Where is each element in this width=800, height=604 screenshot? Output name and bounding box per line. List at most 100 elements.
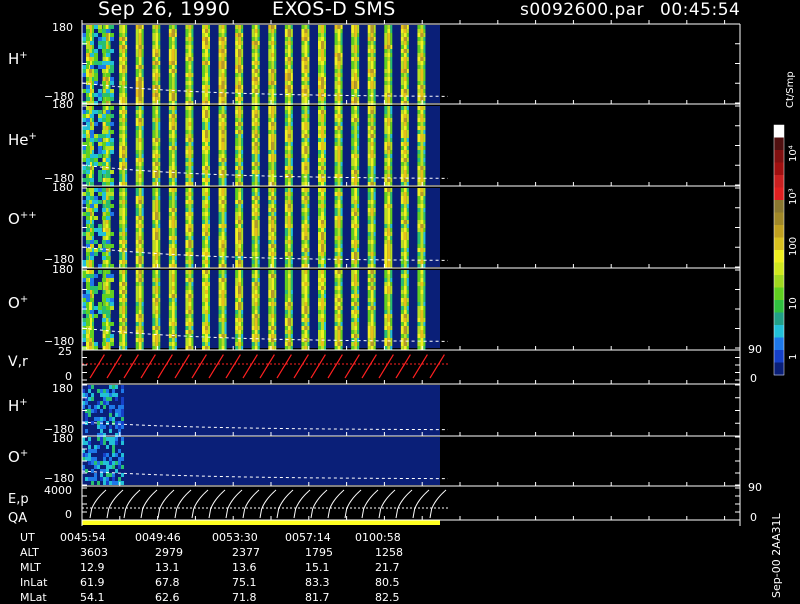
heat-cell: [268, 236, 272, 240]
heat-cell: [340, 188, 343, 192]
heat-cell: [86, 138, 90, 142]
heat-cell: [271, 270, 275, 274]
heat-cell: [268, 342, 272, 346]
heat-cell: [290, 73, 293, 77]
heat-cell: [268, 334, 272, 338]
heat-cell: [251, 196, 255, 200]
heat-cell: [158, 150, 161, 154]
heat-cell: [324, 248, 326, 252]
heat-cell: [86, 37, 90, 41]
heat-cell: [158, 274, 161, 278]
heat-cell: [251, 33, 255, 37]
heat-cell: [122, 33, 126, 37]
heat-cell: [373, 162, 376, 166]
heat-cell: [254, 33, 258, 37]
heat-cell: [417, 170, 421, 174]
heat-cell: [423, 134, 426, 138]
heat-cell: [191, 130, 194, 134]
heat-cell: [321, 342, 324, 346]
heat-cell: [423, 118, 426, 122]
heat-cell: [351, 278, 355, 282]
heat-cell: [208, 298, 210, 302]
heat-cell: [235, 89, 239, 93]
heat-cell: [318, 77, 321, 81]
heat-cell: [138, 49, 142, 53]
heat-cell: [340, 73, 343, 77]
heat-cell: [138, 146, 142, 150]
heat-cell: [318, 53, 321, 57]
heat-cell: [301, 314, 305, 318]
heat-cell: [106, 73, 110, 77]
heat-cell: [290, 270, 293, 274]
heat-cell: [235, 322, 239, 326]
heat-cell: [357, 154, 360, 158]
heat-cell: [224, 134, 227, 138]
heat-cell: [158, 310, 161, 314]
heat-cell: [274, 33, 277, 37]
heat-cell: [334, 212, 338, 216]
heat-cell: [119, 65, 123, 69]
heat-cell: [188, 248, 192, 252]
heat-cell: [171, 260, 175, 264]
heat-cell: [155, 146, 159, 150]
heat-cell: [370, 57, 374, 61]
heat-cell: [354, 252, 358, 256]
heat-cell: [110, 196, 114, 200]
heat-cell: [191, 166, 194, 170]
heat-cell: [205, 37, 208, 41]
heat-cell: [420, 244, 424, 248]
heat-cell: [373, 73, 376, 77]
heat-cell: [324, 236, 326, 240]
heat-cell: [387, 236, 391, 240]
heat-cell: [287, 154, 291, 158]
heat-cell: [301, 228, 305, 232]
heat-cell: [221, 274, 225, 278]
heat-cell: [141, 57, 144, 61]
heat-cell: [105, 150, 109, 154]
heat-cell: [202, 188, 205, 192]
heat-cell: [224, 240, 227, 244]
heat-cell: [284, 220, 288, 224]
heat-cell: [152, 256, 156, 260]
heat-cell: [351, 77, 355, 81]
heat-cell: [340, 122, 343, 126]
heat-cell: [86, 97, 90, 101]
heat-cell: [188, 77, 192, 81]
heat-cell: [94, 134, 98, 138]
heat-cell: [324, 294, 326, 298]
heat-cell: [284, 286, 288, 290]
heat-cell: [367, 126, 371, 130]
heat-cell: [384, 65, 388, 69]
heat-cell: [257, 196, 260, 200]
heat-cell: [102, 69, 106, 73]
heat-cell: [318, 69, 321, 73]
heat-cell: [90, 232, 94, 236]
heat-cell: [324, 29, 326, 33]
heat-cell: [337, 158, 341, 162]
heat-cell: [105, 130, 109, 134]
heat-cell: [257, 306, 260, 310]
heat-cell: [287, 298, 291, 302]
heat-cell: [89, 264, 92, 268]
heat-cell: [92, 244, 94, 248]
heat-cell: [221, 41, 225, 45]
heat-cell: [384, 122, 388, 126]
heat-cell: [390, 106, 393, 110]
heat-cell: [307, 118, 310, 122]
heat-cell: [406, 49, 409, 53]
heat-cell: [208, 326, 210, 330]
heat-cell: [274, 240, 277, 244]
heat-cell: [235, 274, 239, 278]
heat-cell: [271, 106, 275, 110]
heat-cell: [188, 57, 192, 61]
heat-cell: [108, 154, 111, 158]
heat-cell: [290, 224, 293, 228]
heat-cell: [337, 130, 341, 134]
heat-cell: [191, 310, 194, 314]
heat-cell: [202, 236, 205, 240]
heat-cell: [373, 85, 376, 89]
heat-cell: [141, 310, 144, 314]
heat-cell: [307, 330, 310, 334]
heat-cell: [290, 45, 293, 49]
heat-cell: [218, 294, 222, 298]
